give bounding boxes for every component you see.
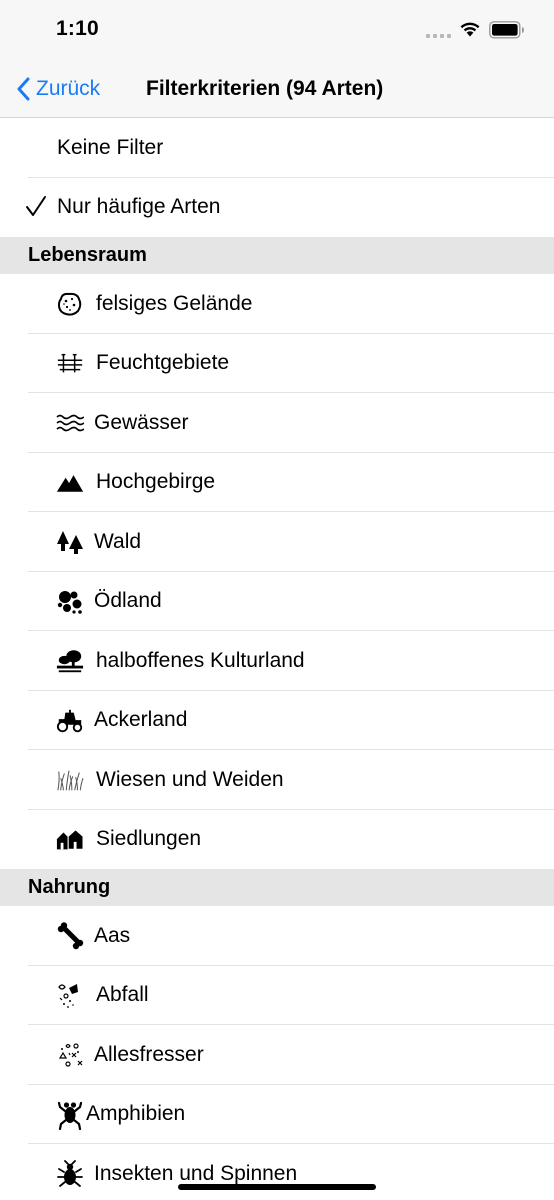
food-item-insects-spiders[interactable]: Insekten und Spinnen [0,1144,554,1200]
status-bar: 1:10 [0,0,554,60]
food-item-amphibians[interactable]: Amphibien [0,1084,554,1144]
habitat-item-rocky-terrain[interactable]: felsiges Gelände [0,274,554,334]
habitat-item-label: Hochgebirge [96,470,216,494]
home-indicator[interactable] [178,1184,376,1190]
bone-icon [56,922,84,950]
filter-option-label: Nur häufige Arten [57,195,221,219]
habitat-item-settlements[interactable]: Siedlungen [0,809,554,869]
habitat-item-label: halboffenes Kulturland [96,648,305,672]
filter-option-label: Keine Filter [57,135,164,159]
habitat-item-label: Siedlungen [96,827,202,851]
habitat-item-label: Wald [94,529,142,553]
mountain-icon [56,469,84,497]
food-item-label: Allesfresser [94,1042,204,1066]
food-item-waste[interactable]: Abfall [0,965,554,1025]
wifi-icon [460,22,480,37]
water-icon [56,409,84,437]
habitat-item-label: Gewässer [94,410,189,434]
food-item-label: Abfall [96,983,149,1007]
food-item-label: Aas [94,923,131,947]
habitat-item-wetlands[interactable]: Feuchtgebiete [0,333,554,393]
cellular-signal-icon [426,34,451,38]
habitat-item-label: Ackerland [94,708,188,732]
grass-icon [56,766,84,794]
wetland-icon [56,350,84,378]
forest-icon [56,528,84,556]
battery-icon [489,21,524,39]
habitat-item-label: Wiesen und Weiden [96,767,284,791]
food-item-label: Amphibien [86,1102,186,1126]
filter-option-common-only[interactable]: Nur häufige Arten [0,177,554,237]
section-header-habitat: Lebensraum [0,237,554,274]
back-label: Zurück [36,77,101,100]
food-item-omnivore[interactable]: Allesfresser [0,1025,554,1085]
habitat-item-waters[interactable]: Gewässer [0,393,554,453]
navigation-bar: Zurück Filterkriterien (94 Arten) [0,60,554,118]
trash-icon [56,982,84,1010]
status-time: 1:10 [56,17,99,40]
habitat-item-farmland[interactable]: Ackerland [0,690,554,750]
farmland-tree-icon [56,647,84,675]
habitat-item-label: Feuchtgebiete [96,351,230,375]
habitat-item-wasteland[interactable]: Ödland [0,571,554,631]
habitat-item-high-mountains[interactable]: Hochgebirge [0,452,554,512]
filter-option-none[interactable]: Keine Filter [0,118,554,178]
houses-icon [56,826,84,854]
beetle-icon [56,1160,84,1188]
frog-icon [56,1101,84,1130]
tractor-icon [56,707,84,735]
back-button[interactable]: Zurück [16,74,100,104]
rock-icon [56,290,84,318]
habitat-item-semi-open-farmland[interactable]: halboffenes Kulturland [0,631,554,691]
checkmark-icon [26,195,46,216]
habitat-item-meadows[interactable]: Wiesen und Weiden [0,750,554,810]
food-item-carrion[interactable]: Aas [0,906,554,966]
filter-list: Keine Filter Nur häufige Arten Lebensrau… [0,118,554,1200]
habitat-item-forest[interactable]: Wald [0,512,554,572]
habitat-item-label: Ödland [94,589,162,613]
wasteland-icon [56,588,84,616]
habitat-item-label: felsiges Gelände [96,291,253,315]
page-title: Filterkriterien (94 Arten) [146,77,384,100]
omnivore-icon [56,1041,84,1069]
food-item-label: Insekten und Spinnen [94,1161,298,1185]
section-header-food: Nahrung [0,869,554,906]
chevron-left-icon [17,77,30,101]
